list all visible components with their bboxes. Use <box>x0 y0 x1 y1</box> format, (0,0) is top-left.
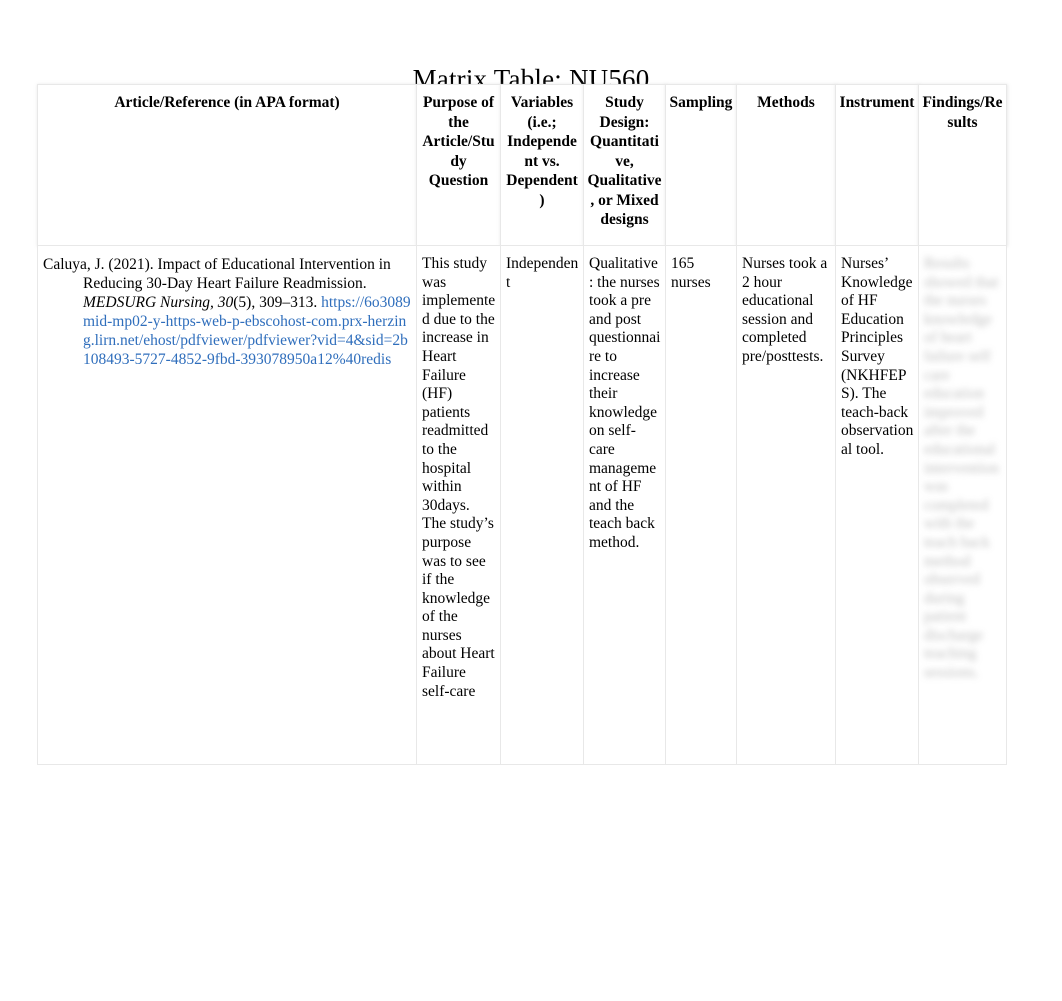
column-header-purpose: Purpose of the Article/Study Question <box>416 84 501 246</box>
cell-findings: Results showed that the nurses knowledge… <box>918 245 1007 765</box>
column-header-findings: Findings/Results <box>918 84 1007 246</box>
cell-methods: Nurses took a 2 hour educational session… <box>736 245 836 765</box>
cell-variables-text: Independent <box>506 255 579 291</box>
cell-instrument: Nurses’ Knowledge of HF Education Princi… <box>835 245 919 765</box>
column-header-study-design: Study Design: Quantitative, Qualitative,… <box>583 84 666 246</box>
cell-findings-text-blurred: Results showed that the nurses knowledge… <box>924 255 999 682</box>
cell-study-design: Qualitative: the nurses took a pre and p… <box>583 245 666 765</box>
cell-sampling: 165 nurses <box>665 245 737 765</box>
table-row: Caluya, J. (2021). Impact of Educational… <box>37 245 1007 765</box>
matrix-table-container: Article/Reference (in APA format) Purpos… <box>37 84 1007 765</box>
column-header-sampling: Sampling <box>665 84 737 246</box>
apa-citation: Caluya, J. (2021). Impact of Educational… <box>43 255 412 369</box>
cell-methods-text: Nurses took a 2 hour educational session… <box>742 255 828 365</box>
cell-sampling-text: 165 nurses <box>671 255 711 291</box>
document-page: Matrix Table: NU560 Article/Reference (i… <box>0 0 1062 1001</box>
column-header-methods: Methods <box>736 84 836 246</box>
column-header-instrument: Instrument <box>835 84 919 246</box>
citation-text-after-journal: (5), 309–313. <box>233 294 322 311</box>
table-header-row: Article/Reference (in APA format) Purpos… <box>37 84 1007 246</box>
cell-variables: Independent <box>500 245 584 765</box>
cell-purpose-text: This study was implemented due to the in… <box>422 255 496 700</box>
cell-study-design-text: Qualitative: the nurses took a pre and p… <box>589 255 661 551</box>
cell-instrument-text: Nurses’ Knowledge of HF Education Princi… <box>841 255 914 458</box>
cell-article-reference: Caluya, J. (2021). Impact of Educational… <box>37 245 417 765</box>
column-header-variables: Variables (i.e.; Independent vs. Depende… <box>500 84 584 246</box>
citation-text-before-journal: Caluya, J. (2021). Impact of Educational… <box>43 256 391 292</box>
cell-purpose: This study was implemented due to the in… <box>416 245 501 765</box>
matrix-table: Article/Reference (in APA format) Purpos… <box>37 84 1007 765</box>
citation-journal-title: MEDSURG Nursing, 30 <box>83 294 234 311</box>
column-header-article: Article/Reference (in APA format) <box>37 84 417 246</box>
